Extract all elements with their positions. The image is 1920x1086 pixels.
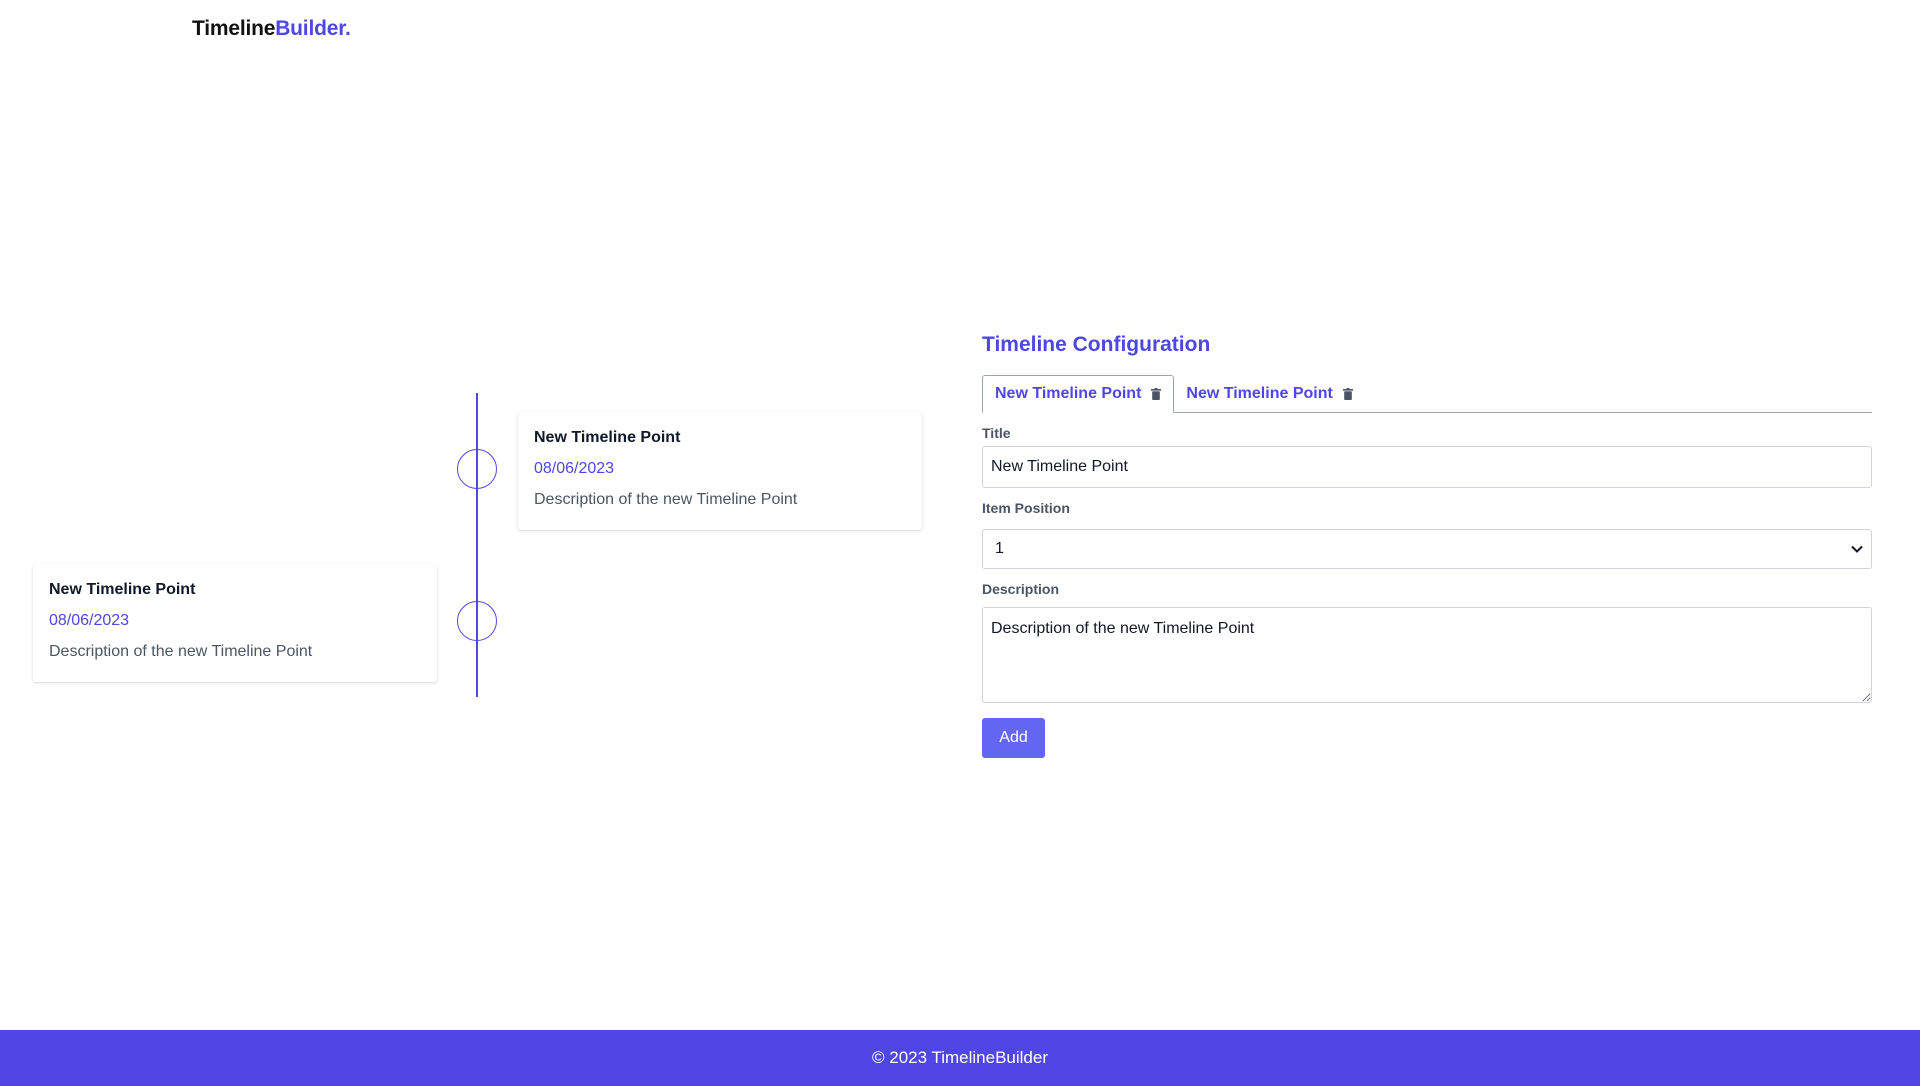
item-position-label: Item Position xyxy=(982,500,1070,516)
timeline-card-description: Description of the new Timeline Point xyxy=(49,643,313,660)
tab-label: New Timeline Point xyxy=(995,385,1142,402)
tab-timeline-point-2[interactable]: New Timeline Point xyxy=(1174,375,1364,412)
footer: © 2023 TimelineBuilder xyxy=(0,1030,1920,1086)
timeline-card: New Timeline Point 08/06/2023 Descriptio… xyxy=(33,564,437,682)
timeline-card-description: Description of the new Timeline Point xyxy=(534,491,798,508)
timeline-line xyxy=(476,393,478,697)
timeline-card: New Timeline Point 08/06/2023 Descriptio… xyxy=(518,412,922,530)
description-label: Description xyxy=(982,581,1060,597)
tab-label: New Timeline Point xyxy=(1186,384,1333,402)
trash-icon[interactable] xyxy=(1342,387,1353,400)
timeline-card-title: New Timeline Point xyxy=(534,429,681,446)
logo-accent-text: Builder. xyxy=(275,17,351,40)
timeline-card-date: 08/06/2023 xyxy=(49,612,130,629)
chevron-down-icon xyxy=(1851,545,1863,553)
timeline-configuration-panel: Timeline Configuration New Timeline Poin… xyxy=(982,330,1872,758)
logo[interactable]: TimelineBuilder. xyxy=(192,17,351,41)
item-position-select[interactable]: 1 xyxy=(982,529,1872,569)
footer-copyright: © 2023 TimelineBuilder xyxy=(871,1048,1048,1067)
trash-icon[interactable] xyxy=(1151,388,1162,400)
item-position-value: 1 xyxy=(995,540,1004,557)
timeline-card-title: New Timeline Point xyxy=(49,581,196,598)
config-heading: Timeline Configuration xyxy=(982,333,1211,356)
logo-text: Timeline xyxy=(192,17,276,40)
timeline-node xyxy=(457,601,497,641)
timeline-point-tabs: New Timeline Point New Timeline Point xyxy=(982,375,1872,413)
page: TimelineBuilder. New Timeline Point 08/0… xyxy=(0,0,1920,1086)
title-label: Title xyxy=(982,425,1011,441)
timeline-node xyxy=(457,449,497,489)
tab-timeline-point-1[interactable]: New Timeline Point xyxy=(982,375,1175,413)
description-textarea[interactable]: Description of the new Timeline Point xyxy=(982,607,1872,703)
add-button[interactable]: Add xyxy=(982,718,1045,758)
timeline-card-date: 08/06/2023 xyxy=(534,460,615,477)
title-input[interactable] xyxy=(982,446,1872,488)
